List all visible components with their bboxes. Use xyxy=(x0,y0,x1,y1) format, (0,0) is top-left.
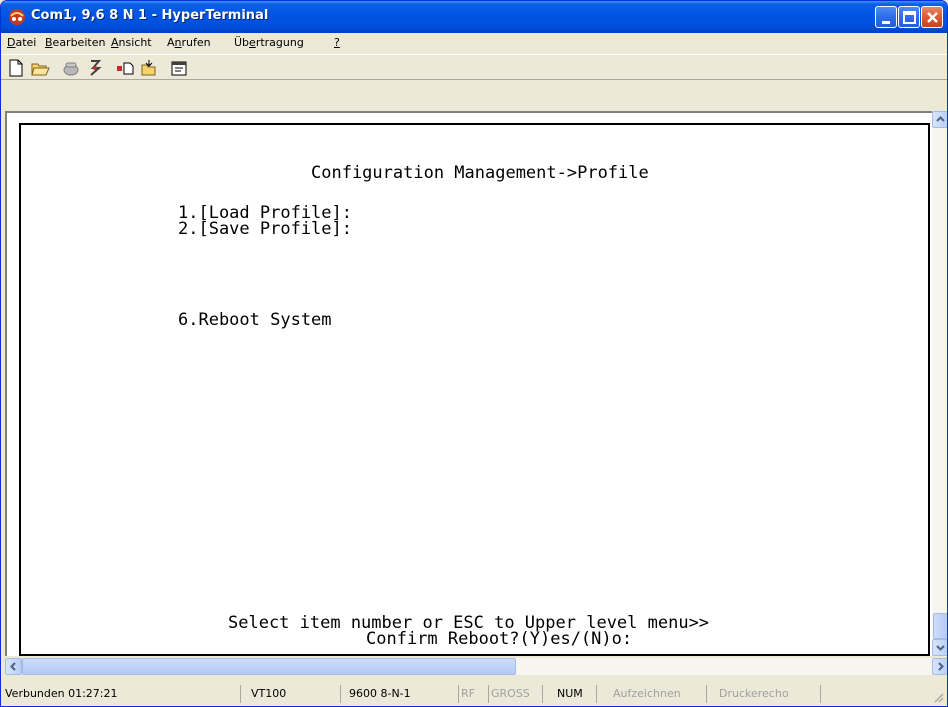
properties-icon[interactable] xyxy=(169,58,189,78)
window-title: Com1, 9,6 8 N 1 - HyperTerminal xyxy=(31,8,269,23)
menu-datei[interactable]: Datei xyxy=(7,36,36,49)
chevron-up-icon xyxy=(936,116,945,122)
maximize-icon xyxy=(903,11,916,24)
send-icon[interactable] xyxy=(115,58,135,78)
menu-anrufen[interactable]: Anrufen xyxy=(167,36,211,49)
minimize-button[interactable] xyxy=(875,6,897,28)
status-print-echo: Druckerecho xyxy=(719,685,821,703)
menu-ansicht[interactable]: Ansicht xyxy=(111,36,152,49)
terminal-screen[interactable]: Configuration Management->Profile 1.[Loa… xyxy=(19,123,930,656)
call-icon[interactable] xyxy=(61,58,81,78)
horizontal-scroll-thumb[interactable] xyxy=(22,658,516,675)
toolbar xyxy=(1,54,947,80)
menu-bar: Datei Bearbeiten Ansicht Anrufen Übertra… xyxy=(1,33,947,53)
chevron-left-icon xyxy=(10,662,16,671)
scroll-right-button[interactable] xyxy=(932,658,947,675)
resize-grip-icon[interactable] xyxy=(931,690,945,704)
disconnect-icon[interactable] xyxy=(85,58,105,78)
status-scroll-lock: RF xyxy=(461,685,489,703)
close-button[interactable] xyxy=(921,6,943,28)
status-capture: Aufzeichnen xyxy=(613,685,707,703)
close-icon xyxy=(927,12,938,23)
terminal-heading: Configuration Management->Profile xyxy=(311,163,649,183)
menu-help[interactable]: ? xyxy=(334,36,340,49)
menu-option-save-profile: 2.[Save Profile]: xyxy=(178,219,352,239)
status-emulation: VT100 xyxy=(251,685,341,703)
chevron-down-icon xyxy=(936,645,945,651)
horizontal-scrollbar[interactable] xyxy=(5,658,947,675)
scroll-down-button[interactable] xyxy=(932,639,947,656)
minimize-icon xyxy=(882,21,890,24)
status-num-lock: NUM xyxy=(557,685,597,703)
receive-icon[interactable] xyxy=(139,58,159,78)
vertical-scroll-thumb[interactable] xyxy=(933,613,947,639)
maximize-button[interactable] xyxy=(898,6,920,28)
menu-uebertragung[interactable]: Übertragung xyxy=(234,36,304,49)
status-settings: 9600 8-N-1 xyxy=(349,685,459,703)
title-bar[interactable]: Com1, 9,6 8 N 1 - HyperTerminal xyxy=(1,1,947,33)
status-caps-lock: GROSS xyxy=(491,685,543,703)
status-bar: Verbunden 01:27:21 VT100 9600 8-N-1 RF G… xyxy=(1,678,947,706)
open-folder-icon[interactable] xyxy=(30,58,50,78)
scroll-up-button[interactable] xyxy=(932,111,947,128)
status-connection: Verbunden 01:27:21 xyxy=(5,685,241,703)
vertical-scrollbar[interactable] xyxy=(932,111,947,656)
scroll-left-button[interactable] xyxy=(5,658,22,675)
menu-bearbeiten[interactable]: Bearbeiten xyxy=(45,36,105,49)
hyperterminal-app-icon[interactable] xyxy=(7,7,27,27)
terminal-area[interactable]: Configuration Management->Profile 1.[Loa… xyxy=(5,111,932,656)
hyperterminal-window: Com1, 9,6 8 N 1 - HyperTerminal Datei Be… xyxy=(0,0,948,707)
menu-option-reboot-system: 6.Reboot System xyxy=(178,310,332,330)
reboot-confirm-prompt: Confirm Reboot?(Y)es/(N)o: xyxy=(366,629,633,649)
chevron-right-icon xyxy=(938,662,944,671)
new-document-icon[interactable] xyxy=(6,58,26,78)
